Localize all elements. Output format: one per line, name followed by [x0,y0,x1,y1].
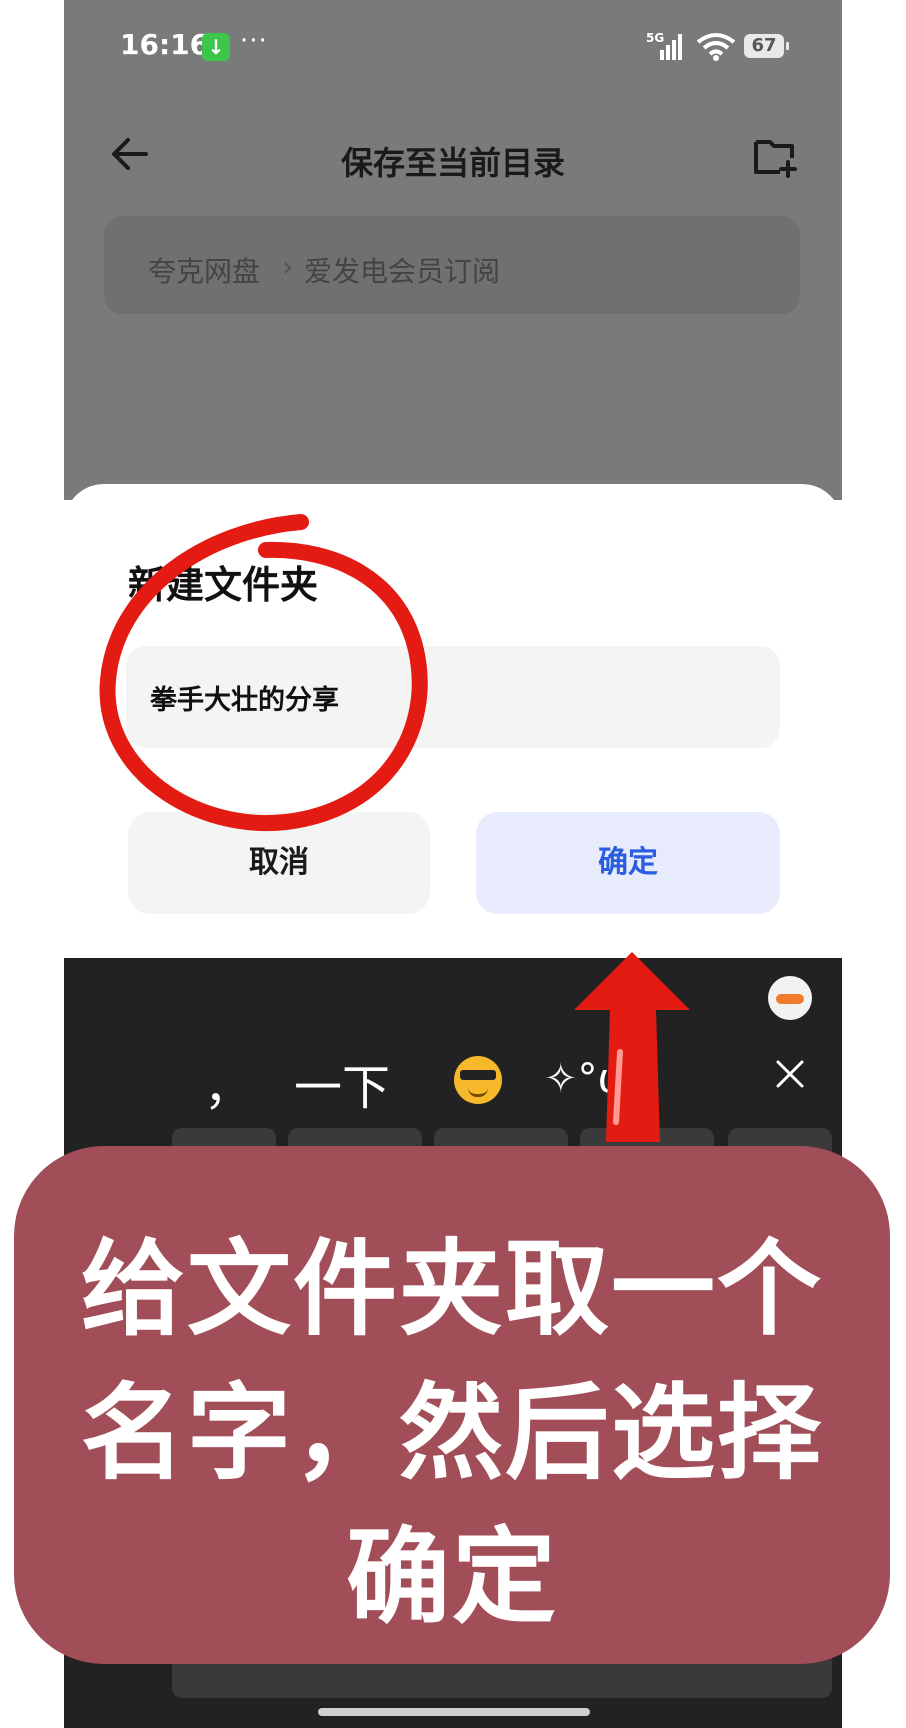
top-nav-bar: 保存至当前目录 [64,110,842,200]
network-type-label: 5G [646,31,664,45]
caption-line-2: 名字，然后选择 [80,1372,823,1494]
keyboard-mascot-icon[interactable] [768,976,812,1020]
instruction-caption: 给文件夹取一个 名字，然后选择 确定 [14,1146,890,1664]
new-folder-icon[interactable] [750,132,798,180]
breadcrumb-item-current[interactable]: 爱发电会员订阅 [304,250,500,290]
caption-line-1: 给文件夹取一个 [80,1228,823,1350]
page-title: 保存至当前目录 [340,144,565,182]
breadcrumb: 夸克网盘 › 爱发电会员订阅 [104,216,800,314]
download-notification-icon: ↓ [202,33,230,61]
more-notifications-icon: ··· [240,26,268,56]
dialog-title: 新建文件夹 [128,563,319,607]
battery-indicator: 67 [744,34,789,58]
candidate-comma[interactable]: ， [204,1048,252,1118]
status-time: 16:16 [120,28,210,61]
chevron-right-icon: › [282,250,294,283]
wifi-icon [696,33,736,61]
status-bar: 16:16 ↓ ··· 5G 67 [64,0,842,96]
cancel-button[interactable]: 取消 [128,812,430,914]
new-folder-dialog: 新建文件夹 取消 确定 [64,484,842,964]
caption-line-3: 确定 [345,1516,558,1638]
close-icon[interactable] [772,1056,808,1092]
candidate-word[interactable]: 一下 [294,1048,390,1118]
cellular-signal-icon: 5G [646,31,682,60]
dimmed-background: 16:16 ↓ ··· 5G 67 保存至当前目录 夸克网盘 › 爱发电会员订阅 [64,0,842,500]
confirm-button[interactable]: 确定 [476,812,780,914]
sunglasses-emoji-icon[interactable] [454,1056,502,1104]
folder-name-input[interactable] [126,646,780,748]
breadcrumb-item-root[interactable]: 夸克网盘 [148,250,260,290]
candidate-kaomoji[interactable]: ✧°ω` [544,1056,651,1102]
home-indicator[interactable] [318,1708,590,1716]
candidate-bar: ， 一下 ✧°ω` [64,1038,842,1128]
